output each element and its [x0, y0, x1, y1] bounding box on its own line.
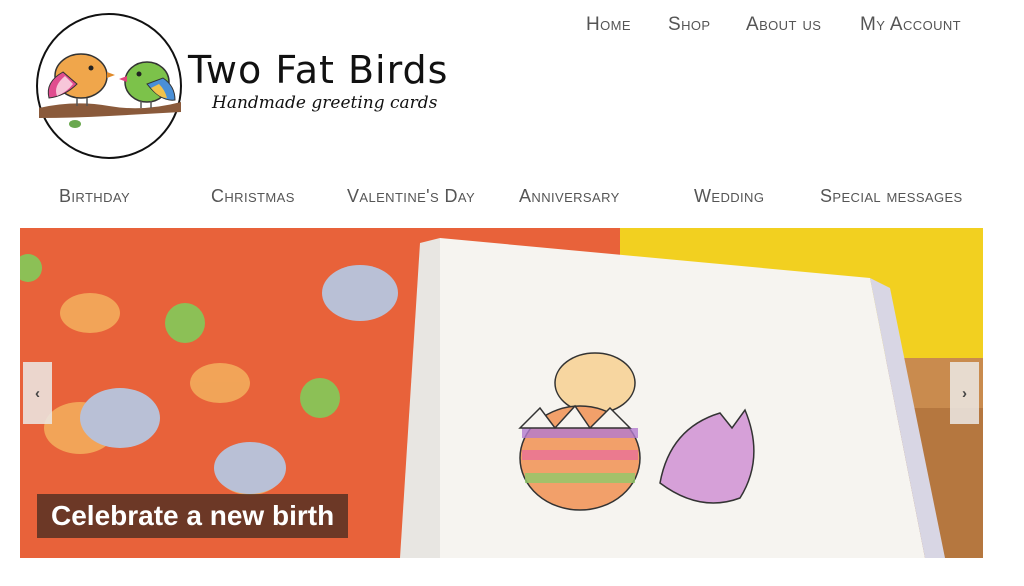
category-anniversary[interactable]: Anniversary: [519, 186, 620, 207]
category-navigation: Birthday Christmas Valentine's Day Anniv…: [0, 186, 1024, 210]
chevron-left-icon: ‹: [35, 384, 40, 402]
hero-slider[interactable]: ‹ › Celebrate a new birth: [20, 228, 983, 558]
chevron-right-icon: ›: [962, 384, 967, 402]
nav-about-us[interactable]: About us: [746, 14, 821, 36]
slide-caption[interactable]: Celebrate a new birth: [37, 494, 349, 538]
brand-tagline: Handmade greeting cards: [212, 93, 438, 113]
nav-shop[interactable]: Shop: [668, 14, 710, 36]
nav-home[interactable]: Home: [586, 14, 631, 36]
category-valentines-day[interactable]: Valentine's Day: [347, 186, 475, 207]
slider-next-button[interactable]: ›: [950, 362, 979, 424]
top-navigation: Home Shop About us My Account: [0, 14, 1024, 38]
category-special-messages[interactable]: Special messages: [820, 186, 963, 207]
brand-name[interactable]: Two Fat Birds: [188, 48, 448, 92]
category-wedding[interactable]: Wedding: [694, 186, 764, 207]
category-birthday[interactable]: Birthday: [59, 186, 130, 207]
category-christmas[interactable]: Christmas: [211, 186, 295, 207]
slider-prev-button[interactable]: ‹: [23, 362, 52, 424]
nav-my-account[interactable]: My Account: [860, 14, 961, 36]
